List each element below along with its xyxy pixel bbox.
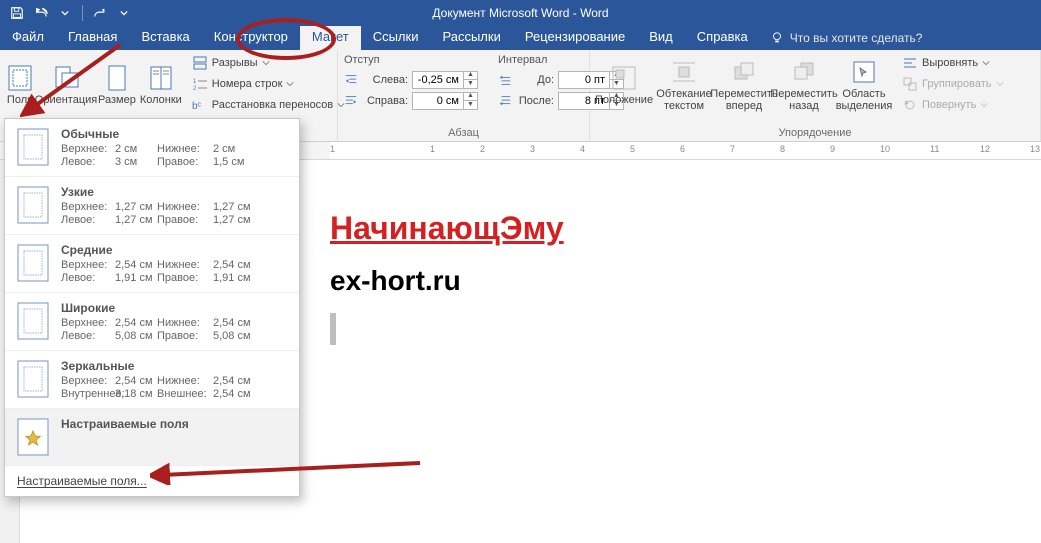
redo-icon[interactable] bbox=[91, 4, 109, 22]
indent-left-label: Слева: bbox=[362, 74, 408, 86]
tab-file[interactable]: Файл bbox=[0, 26, 56, 50]
indent-right-label: Справа: bbox=[362, 95, 408, 107]
document-line-1[interactable]: НачинающЭму bbox=[330, 210, 564, 247]
spacing-after-label: После: bbox=[516, 95, 554, 107]
margins-preset-icon bbox=[15, 185, 51, 225]
margins-preset-icon bbox=[15, 359, 51, 399]
tab-mailings[interactable]: Рассылки bbox=[430, 26, 512, 50]
window-title: Документ Microsoft Word - Word bbox=[432, 6, 608, 20]
margins-preset-icon bbox=[15, 127, 51, 167]
arrange-group-label: Упорядочение bbox=[596, 125, 1034, 139]
text-cursor bbox=[330, 313, 336, 345]
orientation-button[interactable]: Ориентация bbox=[38, 62, 94, 106]
margins-dropdown: Обычные Верхнее:2 смНижнее:2 см Левое:3 … bbox=[4, 118, 300, 497]
tab-home[interactable]: Главная bbox=[56, 26, 129, 50]
size-button[interactable]: Размер bbox=[98, 62, 136, 106]
spacing-before-label: До: bbox=[516, 74, 554, 86]
svg-text:bᶜ: bᶜ bbox=[192, 101, 202, 112]
svg-text:2: 2 bbox=[193, 86, 197, 92]
margins-preset-icon bbox=[15, 243, 51, 283]
wrap-text-button: Обтекание текстом bbox=[656, 56, 712, 112]
rotate-button: Повернуть bbox=[900, 96, 1006, 114]
margins-preset-icon bbox=[15, 301, 51, 341]
tell-me[interactable]: Что вы хотите сделать? bbox=[770, 26, 923, 50]
bring-forward-button: Переместить вперед bbox=[716, 56, 772, 112]
title-bar: Документ Microsoft Word - Word bbox=[0, 0, 1041, 26]
margins-option-0[interactable]: Обычные Верхнее:2 смНижнее:2 см Левое:3 … bbox=[5, 119, 299, 177]
group-objects-button: Группировать bbox=[900, 75, 1006, 93]
ribbon-tabs: Файл Главная Вставка Конструктор Макет С… bbox=[0, 26, 1041, 50]
margins-option-5[interactable]: Настраиваемые поля bbox=[5, 409, 299, 466]
document-line-2[interactable]: ex-hort.ru bbox=[330, 265, 564, 297]
columns-button[interactable]: Колонки bbox=[140, 62, 182, 106]
hyphenation-button[interactable]: bᶜ Расстановка переносов bbox=[190, 96, 347, 114]
line-numbers-button[interactable]: 12 Номера строк bbox=[190, 75, 347, 93]
margins-preset-icon bbox=[15, 417, 51, 457]
indent-left-icon bbox=[344, 73, 358, 87]
tab-insert[interactable]: Вставка bbox=[129, 26, 201, 50]
indent-left-input[interactable]: ▲▼ bbox=[412, 71, 478, 89]
send-backward-button: Переместить назад bbox=[776, 56, 832, 112]
tab-view[interactable]: Вид bbox=[637, 26, 685, 50]
margins-option-2[interactable]: Средние Верхнее:2,54 смНижнее:2,54 см Ле… bbox=[5, 235, 299, 293]
group-arrange: Положение Обтекание текстом Переместить … bbox=[590, 50, 1041, 141]
paragraph-group-label: Абзац bbox=[344, 125, 583, 139]
margins-option-4[interactable]: Зеркальные Верхнее:2,54 смНижнее:2,54 см… bbox=[5, 351, 299, 409]
save-icon[interactable] bbox=[8, 4, 26, 22]
indent-right-input[interactable]: ▲▼ bbox=[412, 92, 478, 110]
margins-button[interactable]: Поля bbox=[6, 62, 34, 106]
tab-help[interactable]: Справка bbox=[685, 26, 760, 50]
margins-option-3[interactable]: Широкие Верхнее:2,54 смНижнее:2,54 см Ле… bbox=[5, 293, 299, 351]
align-button[interactable]: Выровнять bbox=[900, 54, 1006, 72]
tab-layout[interactable]: Макет bbox=[300, 26, 361, 50]
bulb-icon bbox=[770, 31, 784, 45]
tab-references[interactable]: Ссылки bbox=[361, 26, 431, 50]
qat-customize-icon[interactable] bbox=[115, 4, 133, 22]
selection-pane-button[interactable]: Область выделения bbox=[836, 56, 892, 112]
tab-review[interactable]: Рецензирование bbox=[513, 26, 637, 50]
indent-header: Отступ bbox=[344, 54, 478, 66]
chevron-down-icon[interactable] bbox=[56, 4, 74, 22]
undo-icon[interactable] bbox=[32, 4, 50, 22]
svg-text:1: 1 bbox=[193, 79, 197, 85]
indent-right-icon bbox=[344, 94, 358, 108]
tab-design[interactable]: Конструктор bbox=[202, 26, 300, 50]
breaks-button[interactable]: Разрывы bbox=[190, 54, 347, 72]
group-paragraph: Отступ Слева: ▲▼ Справа: ▲▼ Интервал До: bbox=[338, 50, 590, 141]
tell-me-label: Что вы хотите сделать? bbox=[790, 31, 923, 45]
position-button: Положение bbox=[596, 62, 652, 106]
spacing-after-icon bbox=[498, 94, 512, 108]
margins-option-1[interactable]: Узкие Верхнее:1,27 смНижнее:1,27 см Лево… bbox=[5, 177, 299, 235]
custom-margins-link[interactable]: Настраиваемые поля... bbox=[5, 466, 299, 496]
spacing-before-icon bbox=[498, 73, 512, 87]
